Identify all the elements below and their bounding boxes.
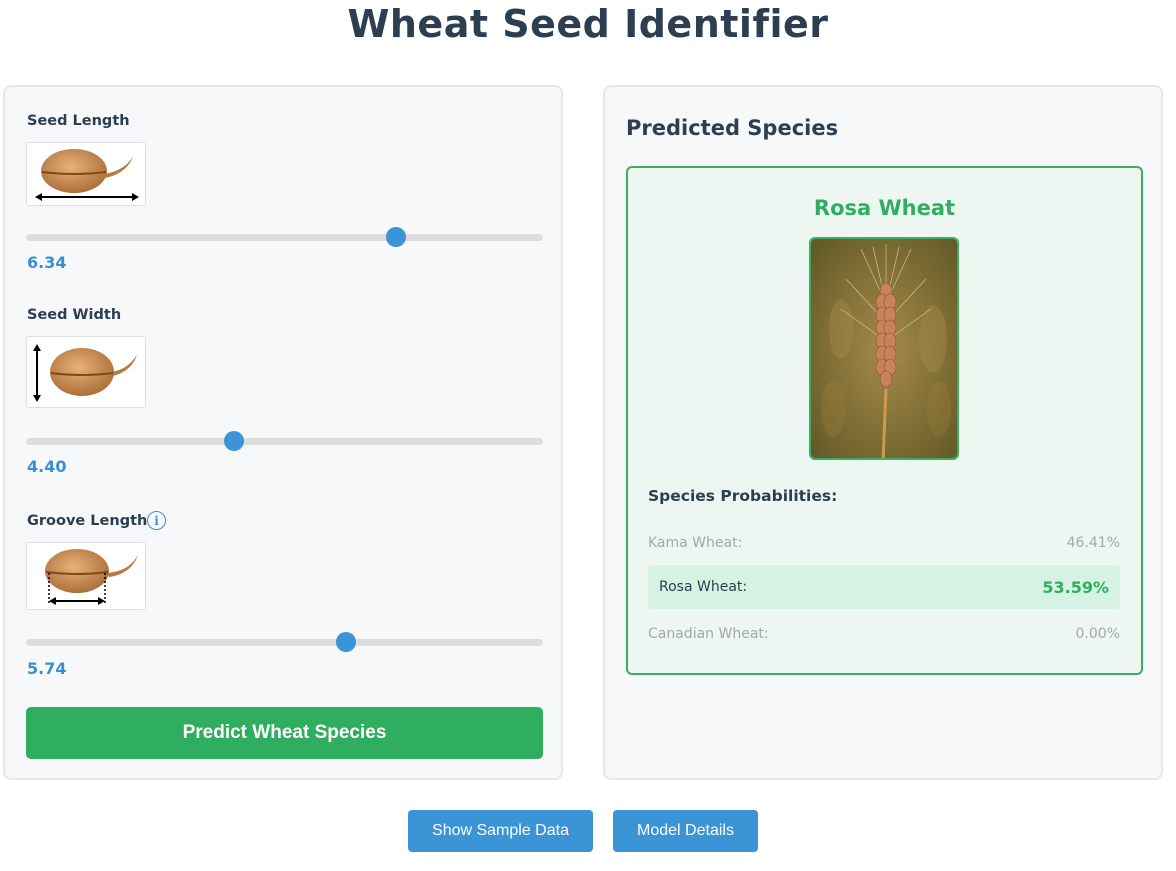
page-title: Wheat Seed Identifier	[347, 2, 829, 46]
prediction-heading: Predicted Species	[626, 116, 839, 140]
seed-width-slider[interactable]	[26, 431, 543, 451]
probability-value: 46.41%	[1066, 535, 1120, 551]
seed-width-slider-handle[interactable]	[224, 431, 245, 451]
groove-length-label: Groove Length	[27, 513, 148, 529]
prediction-panel: Predicted Species Rosa Wheat Species Pro…	[603, 85, 1163, 780]
groove-length-slider[interactable]	[26, 632, 543, 652]
probability-row-kama: Kama Wheat: 46.41%	[648, 521, 1120, 565]
predict-button[interactable]: Predict Wheat Species	[26, 707, 543, 759]
seed-length-label: Seed Length	[27, 113, 130, 129]
probability-label: Canadian Wheat:	[648, 626, 769, 642]
probability-value: 53.59%	[1042, 577, 1109, 597]
seed-length-value: 6.34	[27, 253, 67, 272]
seed-width-value: 4.40	[27, 457, 67, 476]
model-details-button[interactable]: Model Details	[613, 810, 758, 852]
groove-length-slider-handle[interactable]	[335, 632, 356, 652]
predicted-species-name: Rosa Wheat	[813, 196, 956, 220]
groove-length-diagram	[26, 542, 146, 610]
probabilities-heading: Species Probabilities:	[648, 487, 838, 505]
probability-value: 0.00%	[1075, 626, 1120, 642]
probability-row-canadian: Canadian Wheat: 0.00%	[648, 612, 1120, 656]
show-sample-data-button[interactable]: Show Sample Data	[408, 810, 593, 852]
wheat-species-image	[809, 237, 959, 460]
probability-label: Rosa Wheat:	[659, 579, 748, 595]
seed-length-slider[interactable]	[26, 227, 543, 247]
groove-length-value: 5.74	[27, 659, 67, 678]
probability-row-rosa: Rosa Wheat: 53.59%	[648, 565, 1120, 609]
input-panel: Seed Length 6.34 Seed Width 4.40 Groove …	[3, 85, 563, 780]
result-card: Rosa Wheat Species Probabilities: Kama W…	[626, 166, 1143, 675]
seed-width-label: Seed Width	[27, 307, 122, 323]
probability-label: Kama Wheat:	[648, 535, 743, 551]
seed-width-diagram	[26, 336, 146, 408]
seed-length-slider-handle[interactable]	[385, 227, 406, 247]
seed-length-diagram	[26, 142, 146, 206]
info-icon[interactable]: i	[147, 511, 166, 530]
